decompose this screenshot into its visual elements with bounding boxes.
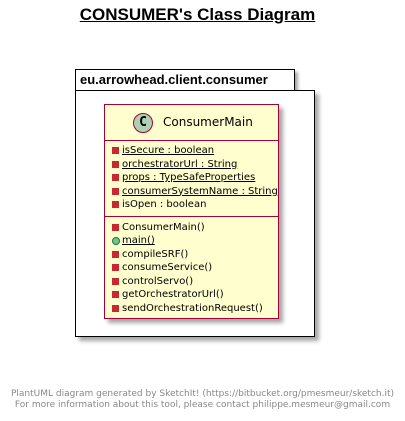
field-row: consumerSystemName : String — [111, 185, 278, 198]
method-row: controlServo() — [111, 275, 193, 288]
method-text: sendOrchestrationRequest() — [122, 302, 263, 314]
private-visibility-icon — [111, 144, 119, 157]
class-box: C ConsumerMain isSecure : boolean orchest… — [104, 104, 279, 319]
method-row: consumeService() — [111, 261, 212, 274]
method-row: getOrchestratorUrl() — [111, 288, 224, 301]
private-visibility-icon — [111, 185, 119, 198]
private-visibility-icon — [111, 158, 119, 171]
private-visibility-icon — [111, 288, 119, 301]
private-visibility-icon — [111, 221, 119, 234]
method-text: main() — [122, 235, 155, 246]
diagram-title: CONSUMER's Class Diagram — [79, 5, 316, 24]
private-visibility-icon — [111, 171, 119, 184]
public-visibility-icon — [111, 234, 120, 247]
footer: PlantUML diagram generated by SketchIt! … — [0, 389, 405, 411]
method-text: ConsumerMain() — [122, 221, 205, 233]
package-name: eu.arrowhead.client.consumer — [80, 72, 268, 87]
footer-line-1: PlantUML diagram generated by SketchIt! … — [10, 389, 395, 399]
method-text: consumeService() — [122, 262, 213, 273]
private-visibility-icon — [111, 248, 119, 261]
private-visibility-icon — [111, 198, 119, 211]
class-separator-methods — [105, 215, 278, 217]
field-row: orchestratorUrl : String — [111, 158, 237, 171]
field-row: isOpen : boolean — [111, 198, 206, 211]
method-text: compileSRF() — [122, 248, 189, 260]
private-visibility-icon — [111, 261, 119, 274]
method-row: main() — [111, 234, 155, 247]
field-text: consumerSystemName : String — [122, 185, 278, 197]
class-stereotype-icon: C — [133, 113, 153, 133]
field-text: props : TypeSafeProperties — [122, 172, 256, 183]
field-text: isOpen : boolean — [122, 199, 207, 210]
private-visibility-icon — [111, 275, 119, 288]
class-separator-fields — [105, 140, 278, 141]
method-text: controlServo() — [122, 275, 194, 287]
method-row: compileSRF() — [111, 248, 188, 261]
class-name: ConsumerMain — [163, 115, 253, 129]
class-header: C ConsumerMain — [105, 105, 278, 140]
field-row: props : TypeSafeProperties — [111, 171, 255, 184]
field-text: orchestratorUrl : String — [122, 158, 238, 170]
field-text: isSecure : boolean — [122, 145, 215, 156]
footer-line-2: For more information about this tool, pl… — [14, 400, 391, 410]
method-row: ConsumerMain() — [111, 221, 205, 234]
method-row: sendOrchestrationRequest() — [111, 302, 263, 315]
field-row: isSecure : boolean — [111, 144, 214, 157]
method-text: getOrchestratorUrl() — [122, 289, 224, 300]
private-visibility-icon — [111, 302, 119, 315]
